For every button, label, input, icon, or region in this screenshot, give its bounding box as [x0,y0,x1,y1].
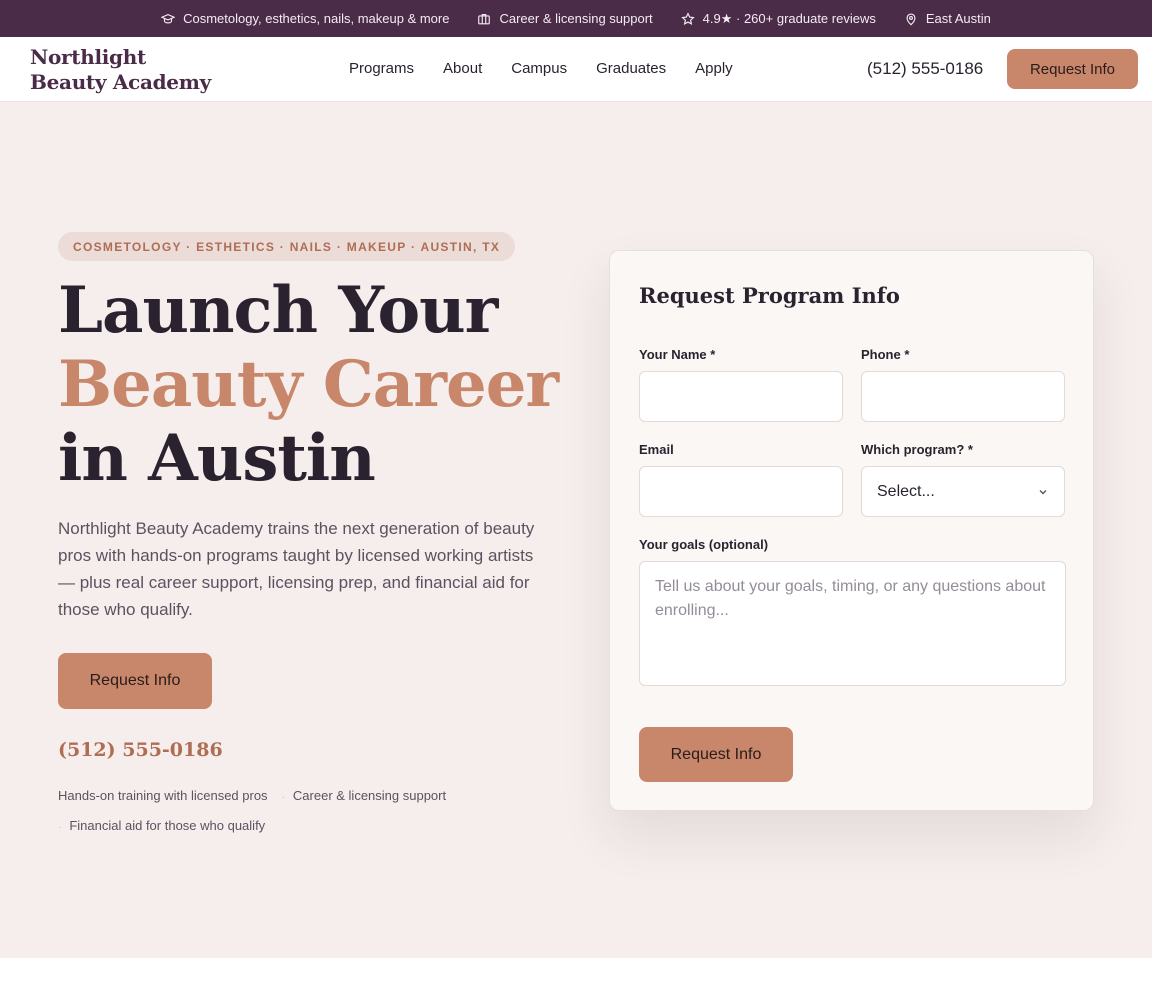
logo-line-1: Northlight [30,45,146,69]
top-announcement-bar: Cosmetology, esthetics, nails, makeup & … [0,0,1152,37]
hero-section: COSMETOLOGY · ESTHETICS · NAILS · MAKEUP… [0,102,1152,958]
topbar-programs-text: Cosmetology, esthetics, nails, makeup & … [183,11,450,26]
feature-separator: · [58,822,62,833]
header-phone-link[interactable]: (512) 555-0186 [867,59,983,79]
feature-item-career: Career & licensing support [292,788,447,803]
site-header: Northlight Beauty Academy Programs About… [0,37,1152,102]
graduation-cap-icon [161,13,176,24]
topbar-item-career: Career & licensing support [477,11,653,26]
nav-link-apply[interactable]: Apply [695,60,733,77]
main-nav: Programs About Campus Graduates Apply [349,60,733,77]
headline-line-2-accent: Beauty Career [58,347,559,422]
hero-phone-link[interactable]: (512) 555-0186 [58,739,223,761]
topbar-item-programs: Cosmetology, esthetics, nails, makeup & … [161,11,449,26]
name-input[interactable] [639,371,843,422]
hero-request-info-button[interactable]: Request Info [58,653,212,709]
headline-line-1: Launch Your [58,273,498,348]
form-title: Request Program Info [639,283,900,308]
nav-link-graduates[interactable]: Graduates [596,60,666,77]
hero-lead-paragraph: Northlight Beauty Academy trains the nex… [58,519,535,619]
phone-label: Phone * [861,347,910,362]
topbar-career-text: Career & licensing support [499,11,653,26]
hero-feature-list: Hands-on training with licensed pros · Car… [58,782,518,842]
hero-program-pill: COSMETOLOGY · ESTHETICS · NAILS · MAKEUP… [58,232,516,261]
feature-separator: · [281,792,285,803]
email-input[interactable] [639,466,843,517]
hero-headline: Launch Your Beauty Career in Austin [58,273,559,496]
nav-link-campus[interactable]: Campus [511,60,567,77]
program-label: Which program? * [861,442,973,457]
nav-link-programs[interactable]: Programs [349,60,414,77]
topbar-location-text: East Austin [925,11,991,26]
topbar-item-location: East Austin [904,11,991,26]
email-label: Email [639,442,674,457]
name-label: Your Name * [639,347,716,362]
site-logo[interactable]: Northlight Beauty Academy [30,45,211,95]
form-submit-button[interactable]: Request Info [639,727,793,782]
nav-link-about[interactable]: About [443,60,482,77]
star-icon [680,11,695,25]
briefcase-icon [478,13,491,24]
program-select-value: Select... [877,482,935,500]
phone-input[interactable] [861,371,1065,422]
feature-item-financial-aid: Financial aid for those who qualify [69,818,266,833]
chevron-down-icon [1039,489,1047,494]
header-request-info-button[interactable]: Request Info [1007,49,1138,89]
map-pin-icon [906,12,916,25]
program-select[interactable]: Select... [861,466,1065,517]
logo-line-2: Beauty Academy [30,70,211,94]
goals-textarea[interactable] [639,561,1066,686]
feature-item-training: Hands-on training with licensed pros [58,788,268,803]
headline-line-3: in Austin [58,421,376,496]
topbar-item-reviews: 4.9★ · 260+ graduate reviews [680,10,876,27]
topbar-reviews-text: 4.9★ · 260+ graduate reviews [702,10,876,26]
request-info-form-card: Request Program Info Your Name * Phone *… [609,250,1094,811]
goals-label: Your goals (optional) [639,537,769,552]
